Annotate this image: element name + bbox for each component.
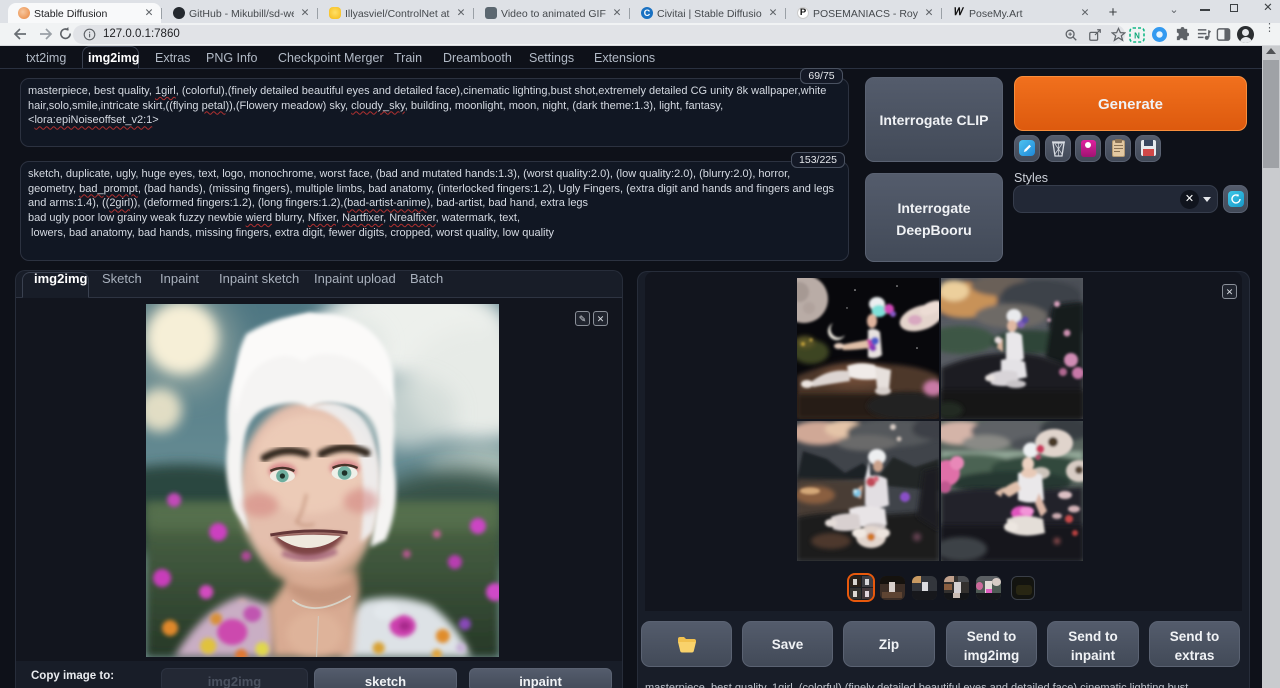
svg-text:N: N — [1134, 32, 1140, 41]
